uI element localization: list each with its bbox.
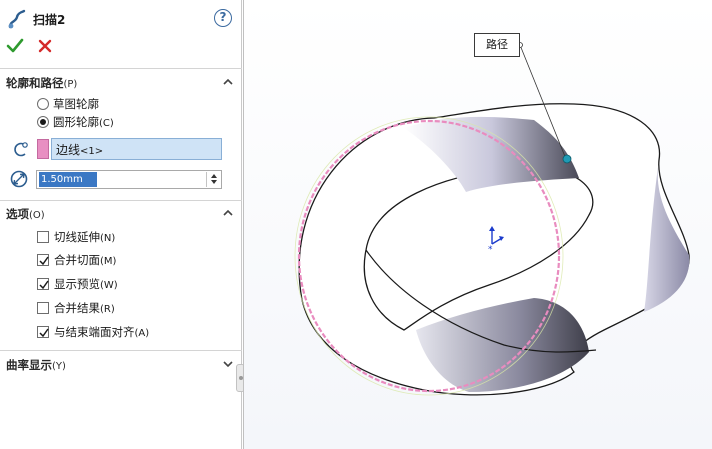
checkbox[interactable] — [37, 277, 49, 290]
check-icon — [39, 256, 49, 265]
property-manager-panel: 扫描2 ? 轮廓和路径(P) 草图轮廓 圆形轮廓(C) 边线<1> 1.50mm… — [0, 0, 242, 449]
divider — [0, 68, 242, 69]
checkbox[interactable] — [37, 325, 49, 338]
spin-down-icon[interactable] — [207, 179, 221, 186]
path-endpoint-marker[interactable] — [562, 154, 572, 164]
option-label: 切线延伸 — [54, 229, 100, 244]
section-title: 曲率显示 — [6, 358, 52, 372]
section-header-curvature-display[interactable]: 曲率显示(Y) — [6, 356, 234, 374]
option-hotkey: (R) — [100, 303, 115, 315]
diameter-icon — [10, 170, 28, 188]
option-label: 显示预览 — [54, 276, 100, 291]
radio-button[interactable] — [37, 97, 49, 110]
option-label: 合并切面 — [54, 252, 100, 267]
path-selection-icon — [14, 142, 28, 157]
option-hotkey: (N) — [100, 232, 116, 244]
option-hotkey: (C) — [99, 117, 114, 129]
checkbox[interactable] — [37, 253, 49, 266]
check-icon — [39, 328, 49, 337]
chevron-up-icon[interactable] — [222, 207, 234, 219]
diameter-input[interactable] — [39, 172, 97, 187]
option-label: 草图轮廓 — [53, 96, 99, 111]
graphics-viewport[interactable]: * 路径 — [243, 0, 712, 449]
option-label: 圆形轮廓 — [53, 114, 99, 129]
option-label: 合并结果 — [54, 300, 100, 315]
section-hotkey: (O) — [29, 210, 45, 221]
checkbox[interactable] — [37, 230, 49, 243]
option-show-preview[interactable]: 显示预览(W) — [37, 275, 118, 292]
selection-color-swatch — [37, 139, 49, 159]
path-callout[interactable]: 路径 — [474, 33, 520, 57]
spin-up-icon[interactable] — [207, 172, 221, 179]
section-hotkey: (P) — [63, 79, 78, 90]
option-label: 与结束端面对齐 — [54, 324, 135, 339]
diameter-field[interactable] — [36, 170, 222, 189]
sweep-model-view: * — [294, 42, 690, 396]
option-hotkey: (A) — [134, 327, 150, 339]
path-selection-label: 边线 — [56, 143, 81, 157]
ok-cancel-bar — [6, 37, 54, 55]
option-hotkey: (M) — [100, 255, 117, 267]
radio-circular-profile[interactable]: 圆形轮廓(C) — [37, 113, 114, 130]
option-align-with-end-faces[interactable]: 与结束端面对齐(A) — [37, 323, 149, 340]
radio-sketch-profile[interactable]: 草图轮廓 — [37, 95, 99, 112]
section-header-profile-path[interactable]: 轮廓和路径(P) — [6, 74, 234, 92]
section-title: 选项 — [6, 207, 29, 221]
section-title: 轮廓和路径 — [6, 76, 64, 90]
section-hotkey: (Y) — [52, 361, 66, 372]
option-merge-result[interactable]: 合并结果(R) — [37, 299, 115, 316]
chevron-up-icon[interactable] — [222, 76, 234, 88]
sweep-body[interactable] — [298, 103, 690, 396]
ok-button[interactable] — [6, 37, 24, 55]
option-merge-tangent-faces[interactable]: 合并切面(M) — [37, 251, 116, 268]
option-tangent-propagation[interactable]: 切线延伸(N) — [37, 228, 115, 245]
help-icon[interactable]: ? — [214, 9, 232, 27]
path-selection-count: <1> — [80, 146, 104, 157]
svg-text:*: * — [488, 245, 493, 255]
divider — [0, 200, 242, 201]
sweep-icon — [8, 9, 26, 29]
checkbox[interactable] — [37, 301, 49, 314]
cancel-button[interactable] — [36, 37, 54, 55]
section-header-options[interactable]: 选项(O) — [6, 205, 234, 223]
feature-title: 扫描2 — [33, 12, 66, 27]
feature-title-bar: 扫描2 ? — [6, 8, 238, 30]
path-selection-box[interactable]: 边线<1> — [51, 138, 222, 160]
radio-button[interactable] — [37, 115, 49, 128]
check-icon — [39, 280, 49, 289]
option-hotkey: (W) — [100, 279, 118, 291]
diameter-spinner[interactable] — [206, 172, 220, 187]
chevron-down-icon[interactable] — [222, 358, 234, 370]
divider — [0, 350, 242, 351]
